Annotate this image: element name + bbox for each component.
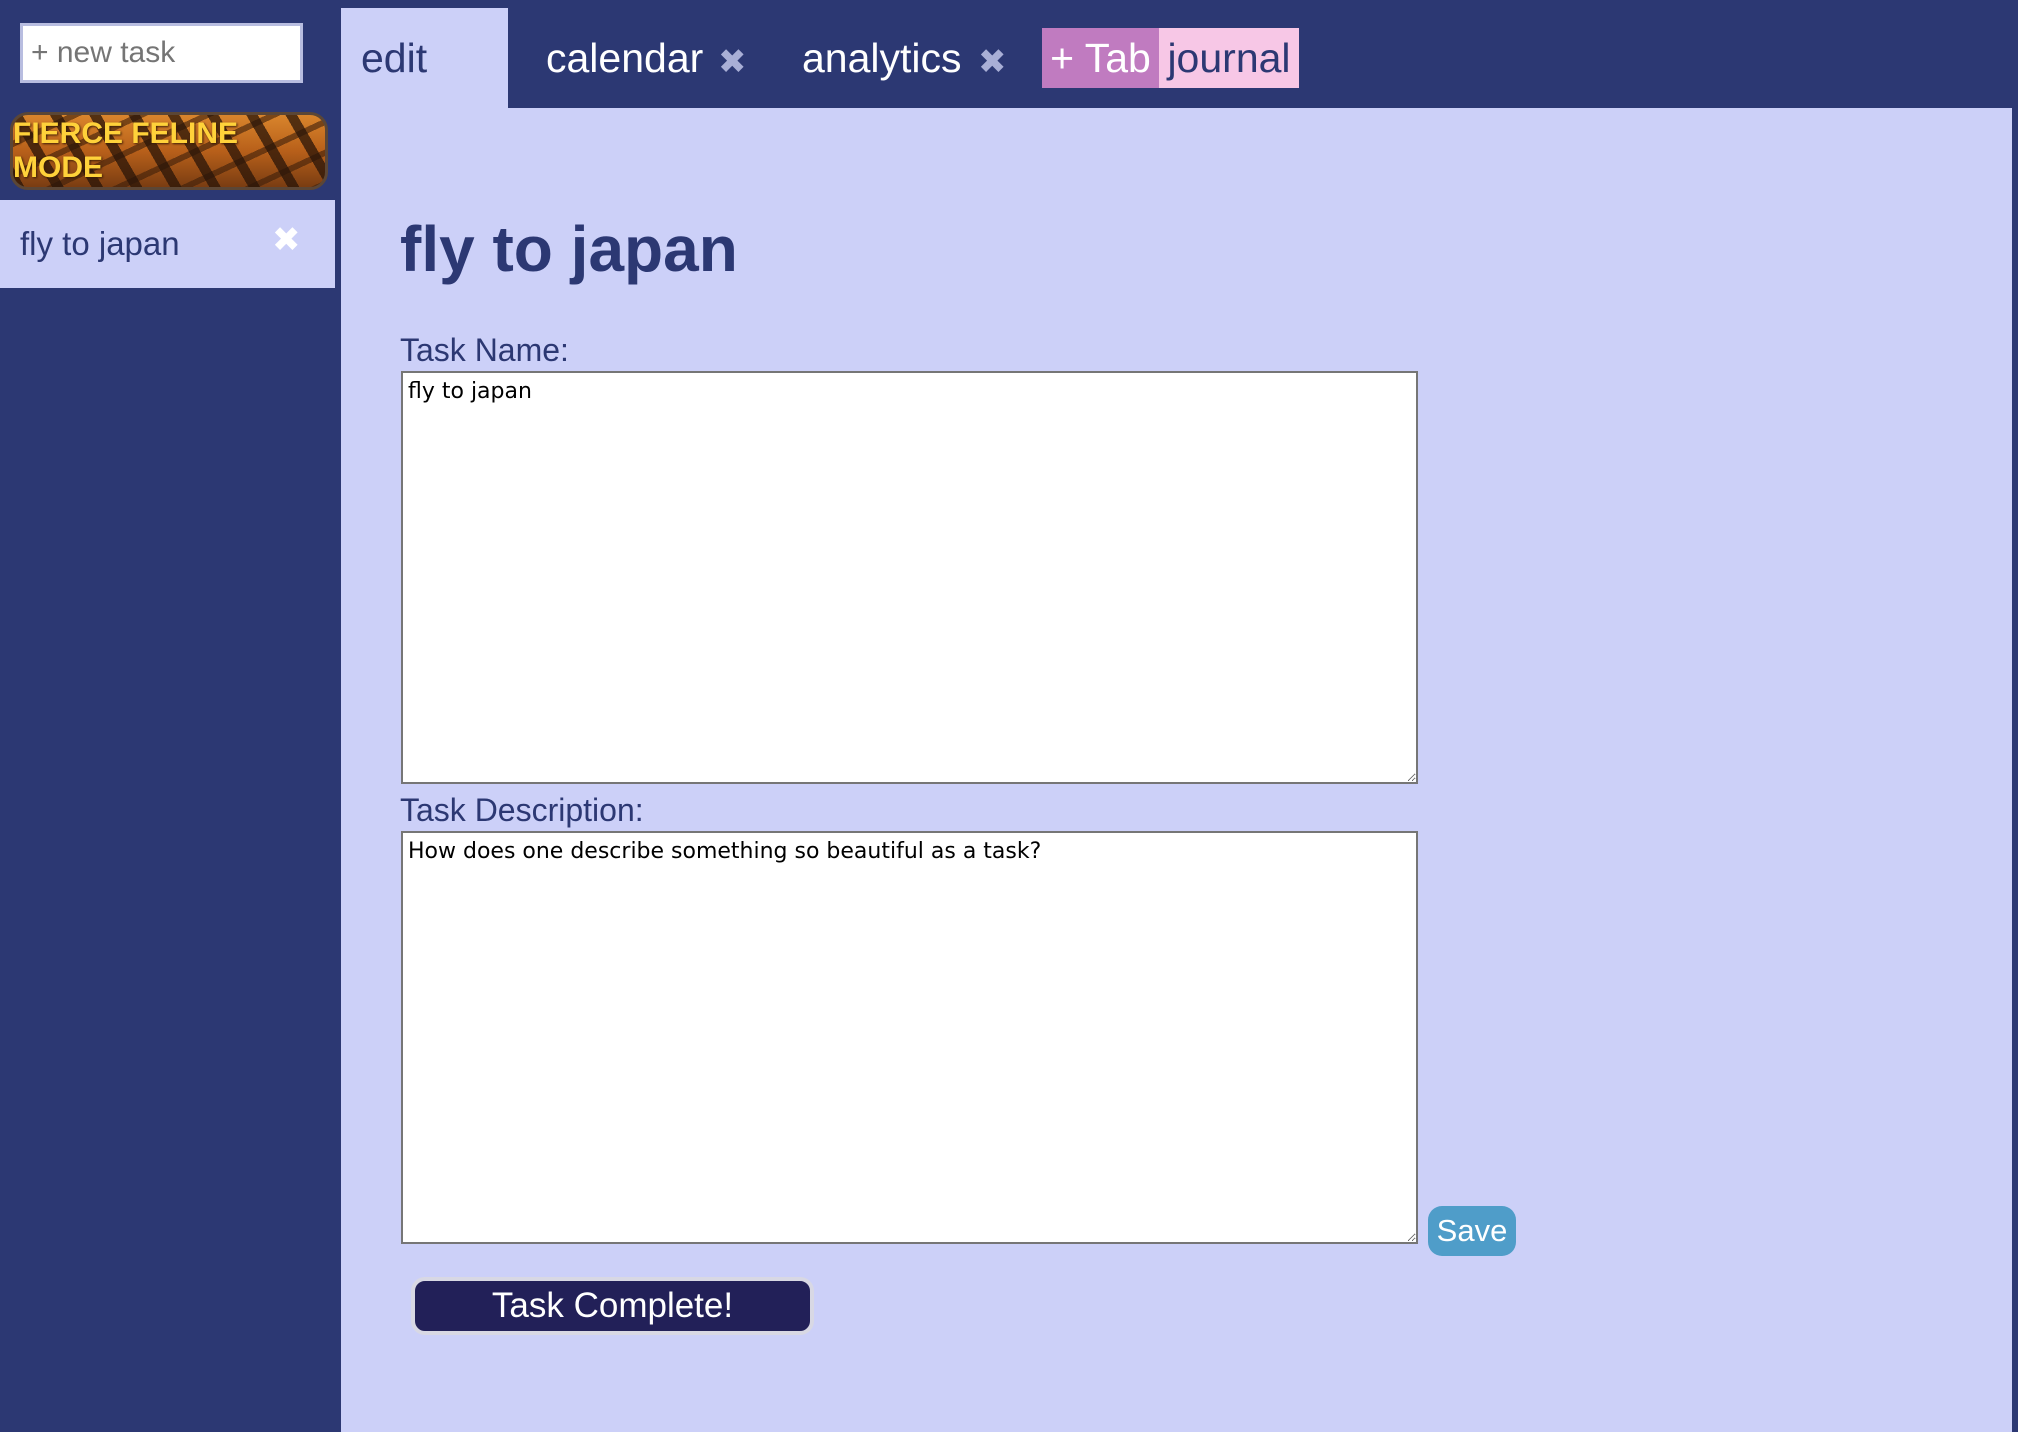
- tab-analytics[interactable]: analytics: [802, 8, 962, 108]
- tab-calendar[interactable]: calendar: [546, 8, 703, 108]
- tab-edit[interactable]: edit: [341, 8, 508, 108]
- fierce-feline-mode-label: FIERCE FELINE MODE: [13, 117, 239, 184]
- tab-analytics-label: analytics: [802, 34, 962, 81]
- fierce-feline-mode-button[interactable]: FIERCE FELINE MODE: [10, 112, 328, 190]
- add-tab-button[interactable]: + Tab: [1042, 28, 1159, 88]
- page-title: fly to japan: [400, 213, 738, 285]
- task-list-item-label: fly to japan: [20, 225, 180, 262]
- new-task-input[interactable]: [20, 23, 303, 83]
- task-description-label: Task Description:: [400, 792, 644, 828]
- task-complete-button[interactable]: Task Complete!: [411, 1277, 814, 1335]
- close-icon[interactable]: ✖: [272, 220, 301, 260]
- tab-journal[interactable]: journal: [1159, 28, 1299, 88]
- save-button[interactable]: Save: [1428, 1206, 1516, 1256]
- task-name-label: Task Name:: [400, 332, 569, 368]
- tab-calendar-label: calendar: [546, 34, 704, 81]
- tab-journal-label: journal: [1167, 34, 1291, 81]
- add-tab-label: + Tab: [1050, 34, 1151, 81]
- task-description-field[interactable]: How does one describe something so beaut…: [401, 831, 1418, 1244]
- tab-edit-label: edit: [361, 34, 428, 81]
- analytics-close-icon[interactable]: ✖: [978, 42, 1007, 82]
- task-list-item[interactable]: fly to japan ✖: [0, 200, 335, 288]
- task-name-field[interactable]: fly to japan: [401, 371, 1418, 784]
- calendar-close-icon[interactable]: ✖: [718, 42, 747, 82]
